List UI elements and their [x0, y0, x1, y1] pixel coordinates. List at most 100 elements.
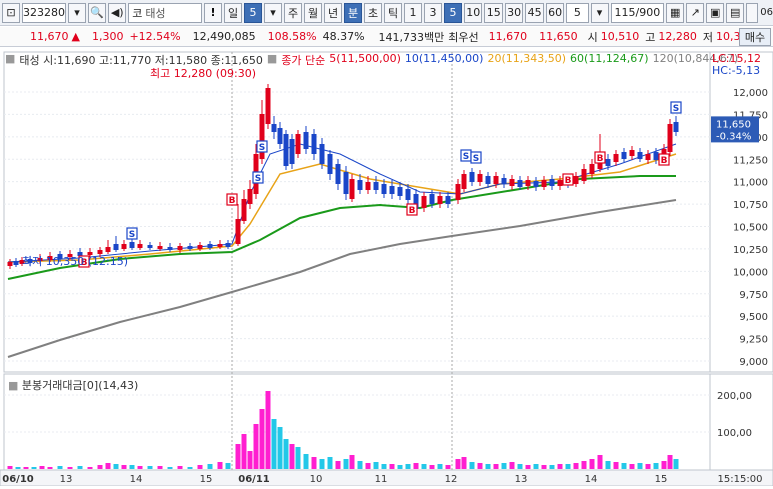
candle-body [121, 244, 127, 249]
stock-name-field[interactable]: 코 태성 [128, 2, 203, 23]
buy-signal-marker-letter: B [409, 206, 416, 216]
period-button-month[interactable]: 월 [304, 2, 323, 23]
legend-ma10: 10(11,450,00) [404, 52, 484, 65]
volume-bar [177, 466, 183, 469]
price-tick-label: 9,000 [739, 357, 768, 368]
minute-button-60[interactable]: 60 [545, 2, 565, 23]
window-icon[interactable]: ⊡ [2, 2, 20, 23]
candle-body [673, 122, 679, 132]
candle-body [225, 243, 231, 247]
volume-bar [445, 465, 451, 469]
volume-bar [295, 447, 301, 469]
period-button-day[interactable]: 일 [224, 2, 243, 23]
volume-bar [225, 463, 231, 469]
volume-bar [129, 465, 135, 469]
volume-bar [477, 463, 483, 469]
stock-code-input[interactable]: 323280 [22, 2, 66, 23]
buy-button[interactable]: 매수 [739, 28, 771, 46]
candle-body [629, 150, 635, 156]
candle-body [327, 154, 333, 174]
period-button-tick[interactable]: 틱 [384, 2, 403, 23]
minute-button-5[interactable]: 5 [444, 2, 463, 23]
minute-button-15[interactable]: 15 [484, 2, 503, 23]
period-button-week[interactable]: 주 [284, 2, 303, 23]
candle-body [207, 244, 213, 248]
candle-body [405, 189, 411, 200]
current-price: 11,670 [30, 30, 69, 43]
volume-bar [525, 465, 531, 469]
volume-bar [597, 455, 603, 469]
volume-bar [397, 465, 403, 469]
drawing-tool-icon[interactable]: ↗ [686, 2, 705, 23]
count-dropdown-icon[interactable]: ▾ [590, 2, 609, 23]
candle-body [389, 186, 395, 194]
time-tick-label: 06/10 [2, 474, 34, 485]
minute-button-30[interactable]: 30 [504, 2, 524, 23]
time-tick-label: 15 [200, 474, 213, 485]
period-button-year[interactable]: 년 [324, 2, 343, 23]
candle-body [277, 128, 283, 144]
volume-bar [157, 466, 163, 469]
candle-body [295, 134, 301, 154]
grid-icon[interactable]: ▦ [666, 2, 685, 23]
volume-bar [469, 462, 475, 469]
time-tick-label: 15:15:00 [718, 474, 763, 485]
period-button-second[interactable]: 초 [364, 2, 383, 23]
volume-bar [509, 462, 515, 469]
high-note: 최고 12,280 (09:30) [150, 67, 257, 80]
search-icon[interactable]: 🔍 [88, 2, 107, 23]
buy-signal-marker-letter: B [597, 154, 604, 164]
candle-body [461, 174, 467, 189]
sell-signal-marker-letter: S [255, 174, 261, 184]
volume-bar [319, 459, 325, 469]
settings-icon[interactable]: ▤ [726, 2, 745, 23]
candle-body [197, 245, 203, 249]
volume-bar [31, 467, 37, 469]
candle-body [187, 246, 193, 249]
minute-button-3[interactable]: 3 [424, 2, 443, 23]
candle-body [157, 246, 163, 249]
volume-bar [277, 427, 283, 469]
time-tick-label: 13 [60, 474, 73, 485]
period-button-minute[interactable]: 분 [344, 2, 363, 23]
speaker-icon[interactable]: ◀) [108, 2, 127, 23]
volume-bar [303, 454, 309, 469]
volume-bar [581, 461, 587, 469]
count-select[interactable]: 5 [566, 2, 589, 23]
minute-button-45[interactable]: 45 [525, 2, 544, 23]
candle-body [509, 179, 515, 186]
dropdown-chevron-icon[interactable]: ▾ [68, 2, 86, 23]
best-bid: 11,650 [539, 30, 578, 43]
time-tick-label: 10 [310, 474, 323, 485]
legend-box-icon: ■ [8, 379, 22, 392]
volume-bar [207, 464, 213, 469]
minute-button-1[interactable]: 1 [404, 2, 423, 23]
candle-body [605, 159, 611, 166]
candle-body [311, 134, 317, 154]
volume-bar [283, 439, 289, 469]
candle-body [357, 180, 363, 190]
price-tick-label: 12,000 [733, 88, 768, 99]
trade-amount: 141,733백만 [378, 30, 445, 44]
volume-bar [589, 459, 595, 469]
volume-bar [327, 457, 333, 469]
volume-bar [517, 464, 523, 469]
low-label: 저 [702, 30, 714, 44]
period-dropdown-icon[interactable]: ▾ [264, 2, 283, 23]
volume-bar [381, 464, 387, 469]
volume-bar [549, 465, 555, 469]
date-field[interactable]: 06 [760, 7, 773, 18]
period-count-select[interactable]: 5 [244, 2, 263, 23]
save-icon[interactable]: ▣ [706, 2, 725, 23]
minute-button-10[interactable]: 10 [464, 2, 483, 23]
alert-button[interactable]: ! [204, 2, 223, 23]
volume-bar [259, 409, 265, 469]
candle-body [137, 244, 143, 248]
volume-bar [365, 463, 371, 469]
checkbox[interactable] [746, 2, 759, 23]
volume-legend: ■ 분봉거래대금[0](14,43) [8, 377, 138, 393]
candle-body [349, 179, 355, 199]
legend-box-icon: ■ [5, 52, 16, 65]
volume-tick-label: 200,00 [717, 391, 752, 402]
candle-body [303, 132, 309, 149]
